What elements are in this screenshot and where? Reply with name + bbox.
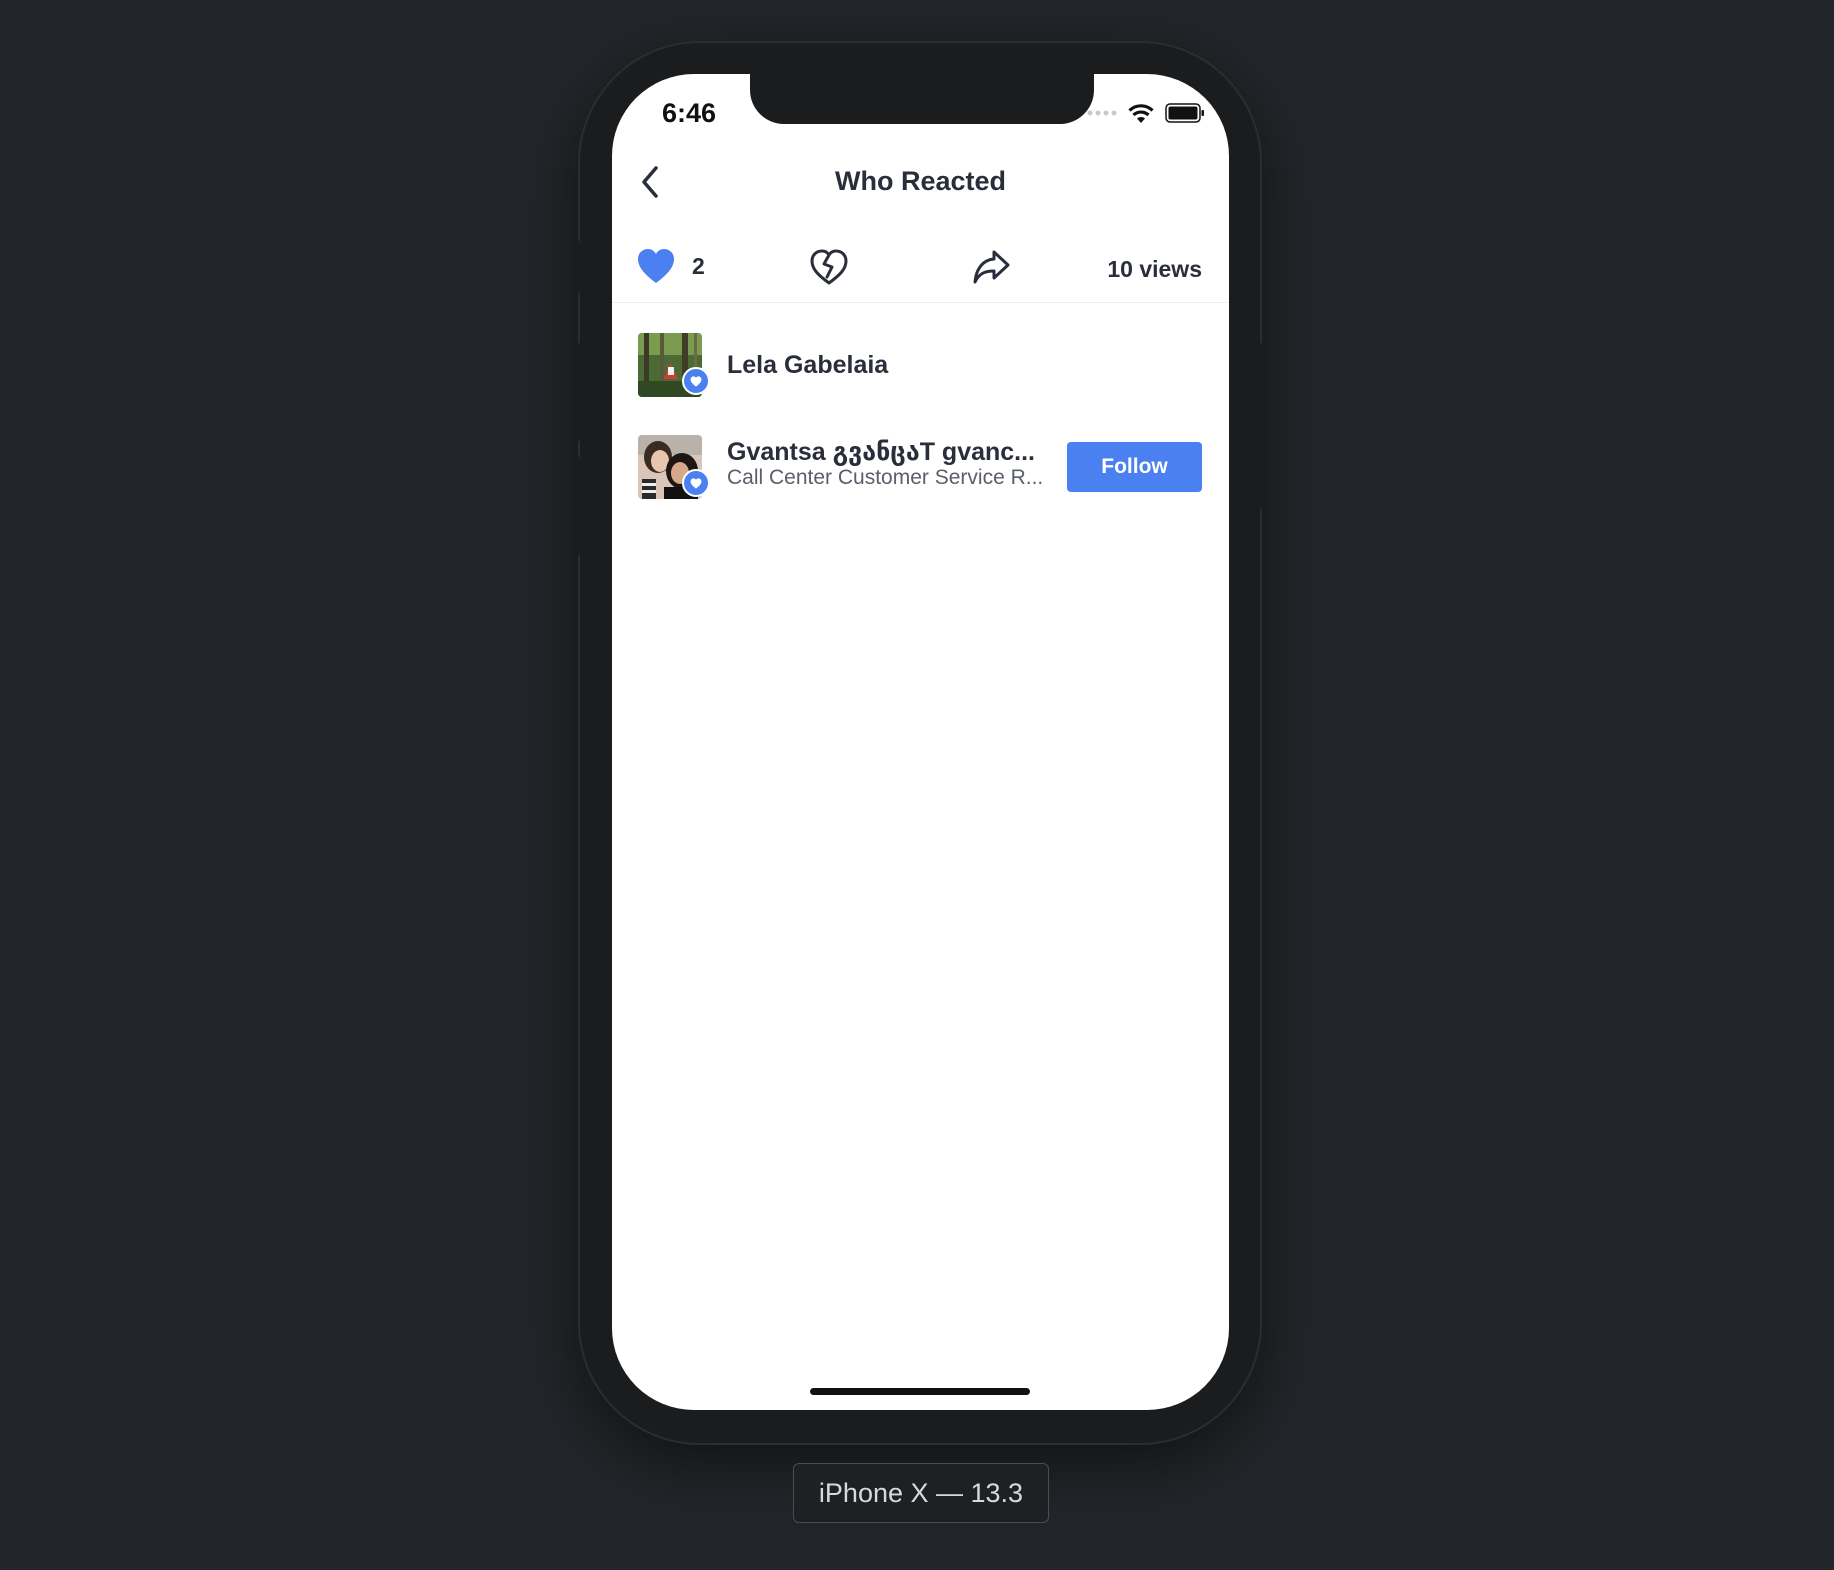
heart-icon <box>690 477 702 489</box>
reactor-row[interactable]: Gvantsa გვანცაT gvanc... Call Center Cus… <box>612 427 1229 507</box>
power-button <box>1260 342 1268 510</box>
broken-heart-icon <box>810 249 848 285</box>
volume-up-button <box>572 342 580 442</box>
reactor-row[interactable]: Lela Gabelaia <box>612 325 1229 405</box>
like-count: 2 <box>692 252 705 279</box>
share-icon <box>973 250 1010 284</box>
follow-button[interactable]: Follow <box>1067 442 1202 492</box>
dislike-reaction-tab[interactable] <box>808 246 850 288</box>
phone-screen: 6:46 Who Reacted 2 10 views Lela Gabelai… <box>612 74 1229 1410</box>
home-indicator[interactable] <box>810 1388 1030 1395</box>
heart-icon <box>638 249 674 283</box>
wifi-icon <box>1128 104 1154 123</box>
page-title: Who Reacted <box>834 166 1007 196</box>
battery-icon <box>1165 103 1204 123</box>
status-time: 6:46 <box>662 98 717 128</box>
heart-icon <box>690 375 702 387</box>
notch <box>750 74 1094 124</box>
volume-down-button <box>572 456 580 556</box>
like-badge <box>682 469 710 497</box>
views-count: 10 views <box>1107 256 1202 282</box>
reactor-name: Lela Gabelaia <box>727 351 889 379</box>
simulator-device-label: iPhone X — 13.3 <box>793 1463 1049 1523</box>
reactor-name: Gvantsa გვანცაT gvanc... <box>727 438 1036 466</box>
reaction-bar: 2 10 views <box>612 234 1229 303</box>
mute-switch <box>572 240 580 294</box>
signal-icon <box>1087 110 1117 116</box>
like-reaction-tab[interactable]: 2 <box>636 248 705 284</box>
like-badge <box>682 367 710 395</box>
share-reaction-tab[interactable] <box>970 246 1012 288</box>
reactor-subtitle: Call Center Customer Service R... <box>727 466 1044 489</box>
status-icons <box>1087 102 1205 124</box>
